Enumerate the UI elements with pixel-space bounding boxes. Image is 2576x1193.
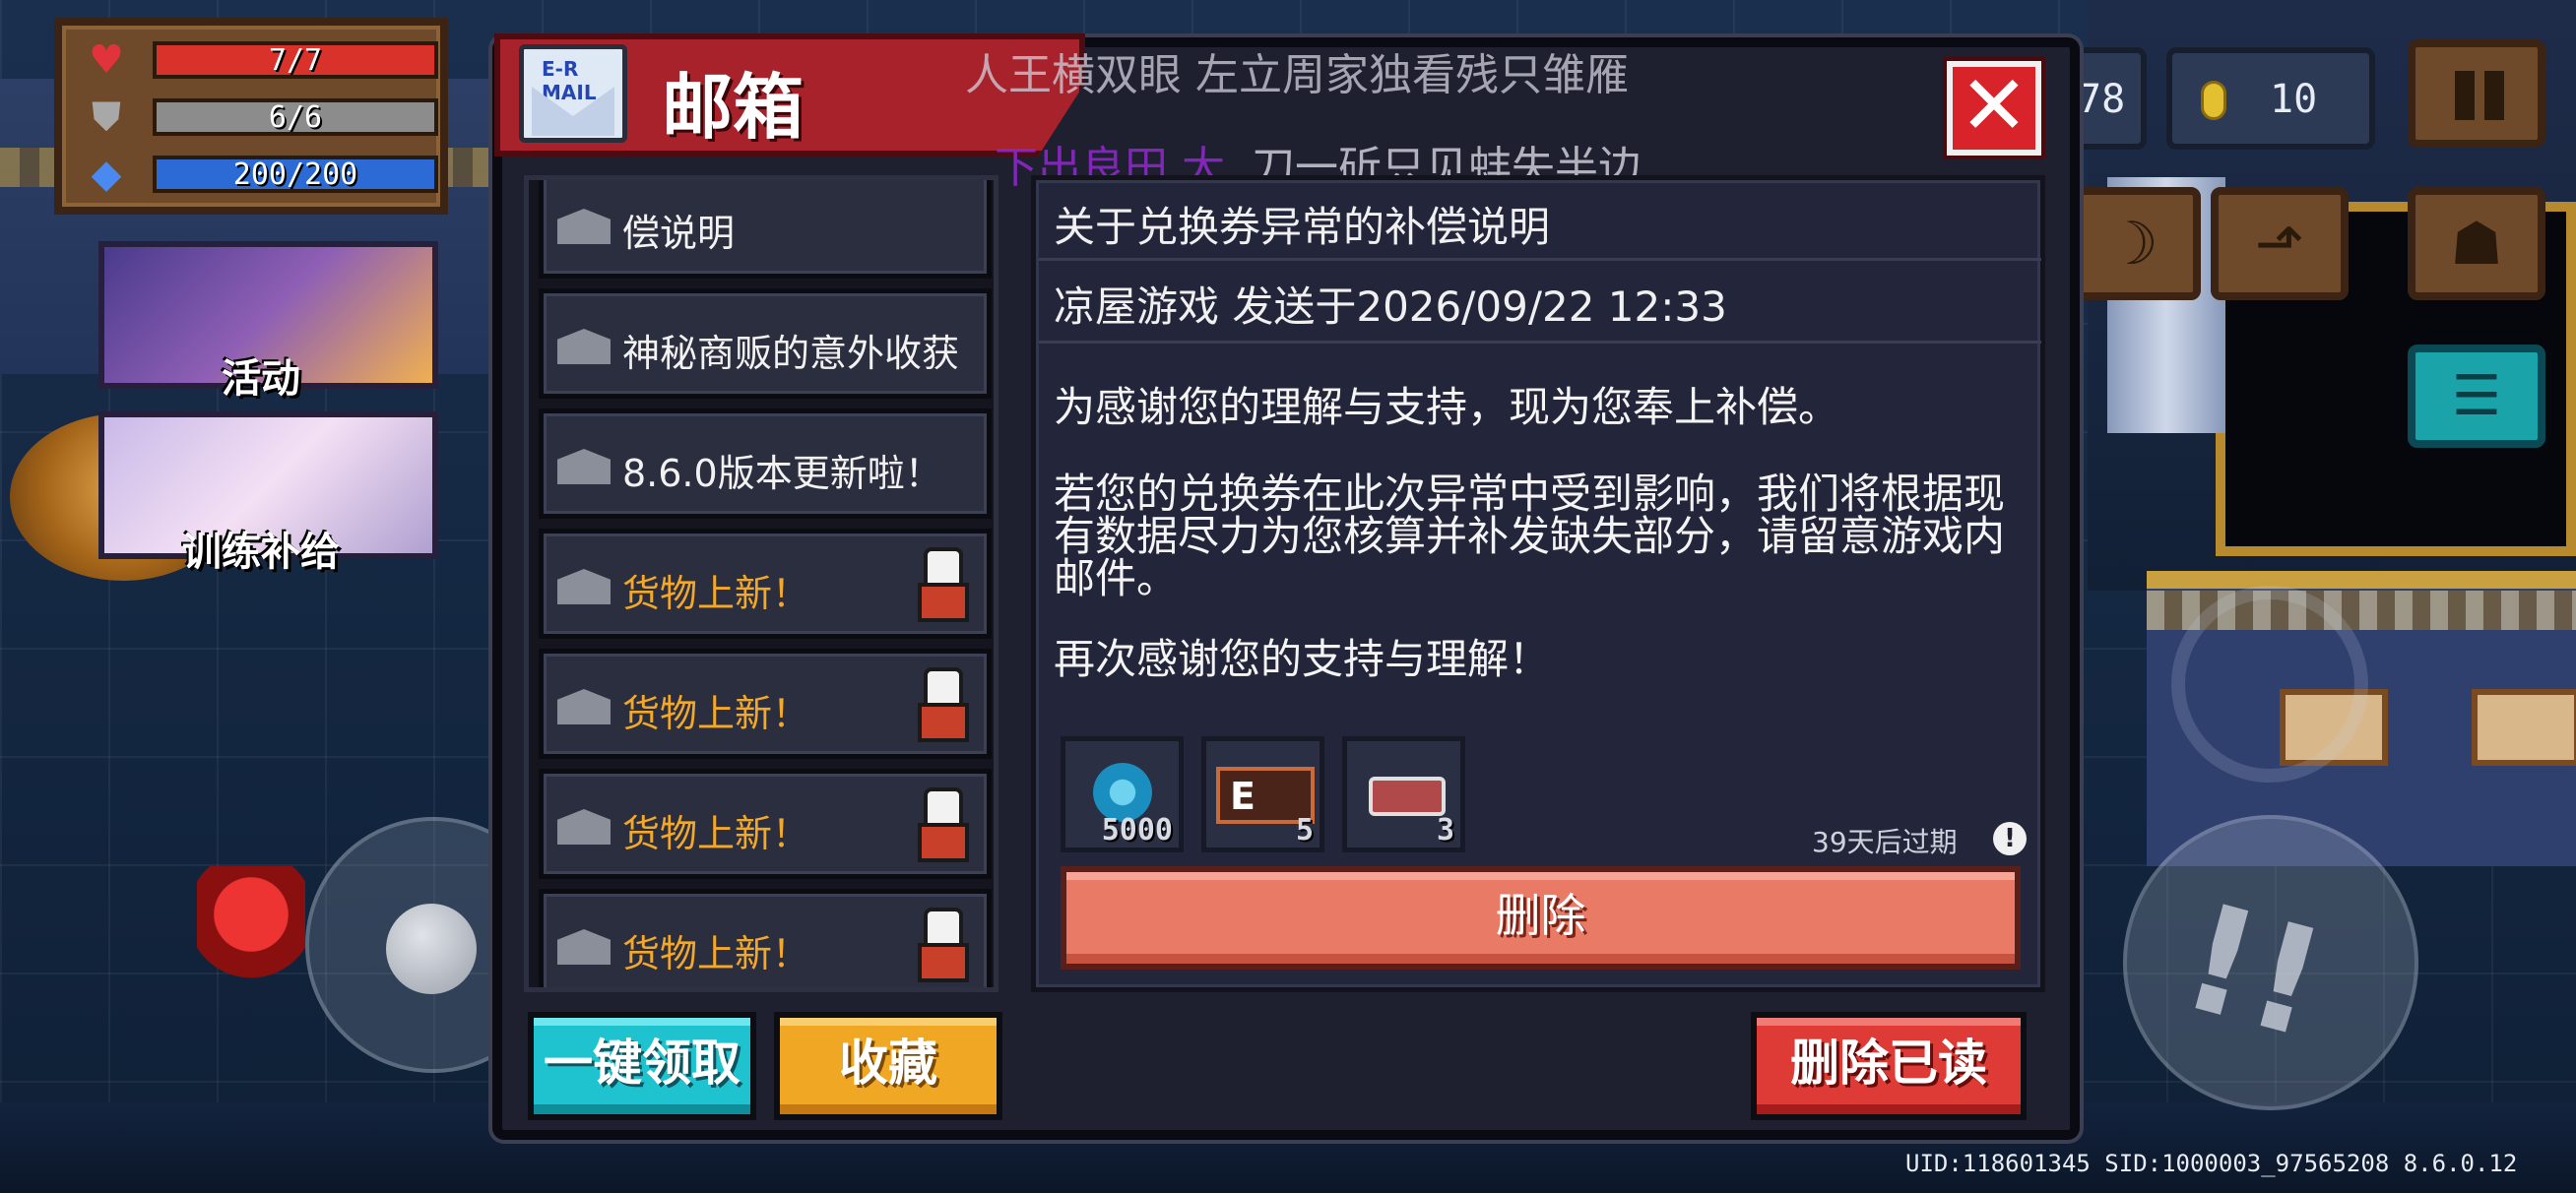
envelope-icon — [557, 209, 611, 244]
divider — [1039, 341, 2041, 344]
merchant-bag-icon — [914, 667, 973, 746]
danmaku-line-1: 人王横双眼 左立周家独看残只雏雁 — [965, 50, 1629, 100]
mail-item-title: 8.6.0版本更新啦！ — [622, 452, 942, 495]
reward-slot[interactable]: E 5 — [1201, 736, 1324, 852]
mail-title: 关于兑换券异常的补偿说明 — [1054, 203, 1551, 251]
close-button[interactable]: ✕ — [1947, 61, 2041, 156]
mail-list-item[interactable]: 神秘商贩的意外收获 — [539, 288, 992, 399]
coin-count: 10 — [2270, 77, 2318, 122]
close-icon: ✕ — [1959, 57, 2029, 154]
emote-button[interactable]: ☽ — [2063, 187, 2201, 300]
merchant-bag-icon — [914, 787, 973, 866]
reward-qty: 5 — [1295, 813, 1314, 848]
mail-sender-line: 凉屋游戏 发送于2026/09/22 12:33 — [1054, 283, 1727, 331]
mail-list-item[interactable]: 货物上新！ — [539, 889, 992, 987]
bag-body — [918, 703, 969, 742]
reward-slot[interactable]: 5000 — [1061, 736, 1184, 852]
player-character — [197, 866, 305, 1004]
notice-board — [2472, 689, 2576, 766]
mailbox-title: 邮箱 — [662, 66, 805, 149]
envelope-icon — [557, 689, 611, 724]
game-scene: !! ♥ 7/7 ⛊ 6/6 ◆ 200/200 活动 训练补给 78 10 ☽… — [0, 0, 2576, 1193]
mail-list-item[interactable]: 8.6.0版本更新啦！ — [539, 408, 992, 519]
envelope-icon — [557, 809, 611, 845]
training-supply-label: 训练补给 — [182, 530, 340, 575]
envelope-icon — [557, 449, 611, 484]
mail-list[interactable]: 偿说明 神秘商贩的意外收获 8.6.0版本更新啦！ 货物上新！ 货物上新！ 货物… — [524, 175, 998, 992]
mail-item-title: 偿说明 — [622, 212, 736, 255]
pause-icon — [2455, 71, 2475, 120]
share-button[interactable]: ⬏ — [2211, 187, 2349, 300]
voucher-glyph: E — [1230, 775, 1256, 818]
merchant-bag-icon — [914, 547, 973, 626]
mail-envelope-icon: E-R MAIL — [519, 44, 627, 143]
energy-diamond-icon: ◆ — [91, 152, 122, 197]
claim-all-button[interactable]: 一键领取 — [528, 1012, 756, 1120]
pause-icon-bar — [2484, 71, 2504, 120]
bag-body — [918, 943, 969, 982]
armor-row: ⛊ 6/6 — [82, 94, 438, 140]
mail-list-item[interactable]: 偿说明 — [539, 180, 992, 279]
mail-paragraph: 为感谢您的理解与支持，现为您奉上补偿。 — [1054, 383, 1840, 431]
heart-icon: ♥ — [89, 37, 124, 83]
shield-icon: ⛊ — [92, 94, 121, 140]
bag-cap — [924, 547, 963, 587]
energy-row: ◆ 200/200 — [82, 152, 438, 197]
envelope-icon — [557, 929, 611, 965]
weapon-switch-ring[interactable] — [2171, 586, 2368, 783]
mail-list-item[interactable]: 货物上新！ — [539, 649, 992, 759]
hp-value: 7/7 — [153, 41, 438, 79]
merchant-bag-icon — [914, 908, 973, 986]
mail-list-item[interactable]: 货物上新！ — [539, 769, 992, 879]
energy-value: 200/200 — [153, 156, 438, 193]
hp-row: ♥ 7/7 — [82, 37, 438, 83]
player-stats-panel: ♥ 7/7 ⛊ 6/6 ◆ 200/200 — [54, 18, 448, 215]
joystick-knob[interactable] — [386, 904, 477, 994]
reward-slot[interactable]: 3 — [1342, 736, 1465, 852]
divider — [1039, 258, 2041, 261]
gem-count: 78 — [2078, 77, 2126, 122]
mail-item-title: 神秘商贩的意外收获 — [622, 332, 960, 375]
chat-button[interactable]: ☰ — [2408, 345, 2545, 448]
bag-cap — [924, 908, 963, 947]
mail-paragraph: 再次感谢您的支持与理解！ — [1054, 635, 1551, 683]
expire-text: 39天后过期 — [1812, 826, 1958, 858]
reward-qty: 3 — [1436, 813, 1454, 848]
armor-value: 6/6 — [153, 98, 438, 136]
mail-list-item[interactable]: 货物上新！ — [539, 529, 992, 639]
favorite-button[interactable]: 收藏 — [774, 1012, 1002, 1120]
profile-card-button[interactable]: ☗ — [2408, 187, 2545, 300]
mail-paragraph: 若您的兑换券在此次异常中受到影响，我们将根据现有数据尽力为您核算并补发缺失部分，… — [1054, 470, 2006, 602]
reward-qty: 5000 — [1101, 813, 1173, 848]
uid-info: UID:118601345 SID:1000003_97565208 8.6.0… — [1905, 1150, 2518, 1177]
gold-coin-icon — [2201, 81, 2226, 120]
delete-button[interactable]: 删除 — [1061, 866, 2021, 970]
envelope-icon — [557, 569, 611, 604]
info-icon[interactable]: ! — [1993, 822, 2027, 855]
bag-cap — [924, 787, 963, 827]
pause-button[interactable] — [2408, 39, 2545, 148]
delete-read-button[interactable]: 删除已读 — [1751, 1012, 2027, 1120]
activity-label: 活动 — [222, 356, 300, 402]
ticket-stub-icon — [1369, 777, 1446, 816]
bag-cap — [924, 667, 963, 707]
bag-body — [918, 583, 969, 622]
bag-body — [918, 823, 969, 862]
envelope-icon — [557, 329, 611, 364]
